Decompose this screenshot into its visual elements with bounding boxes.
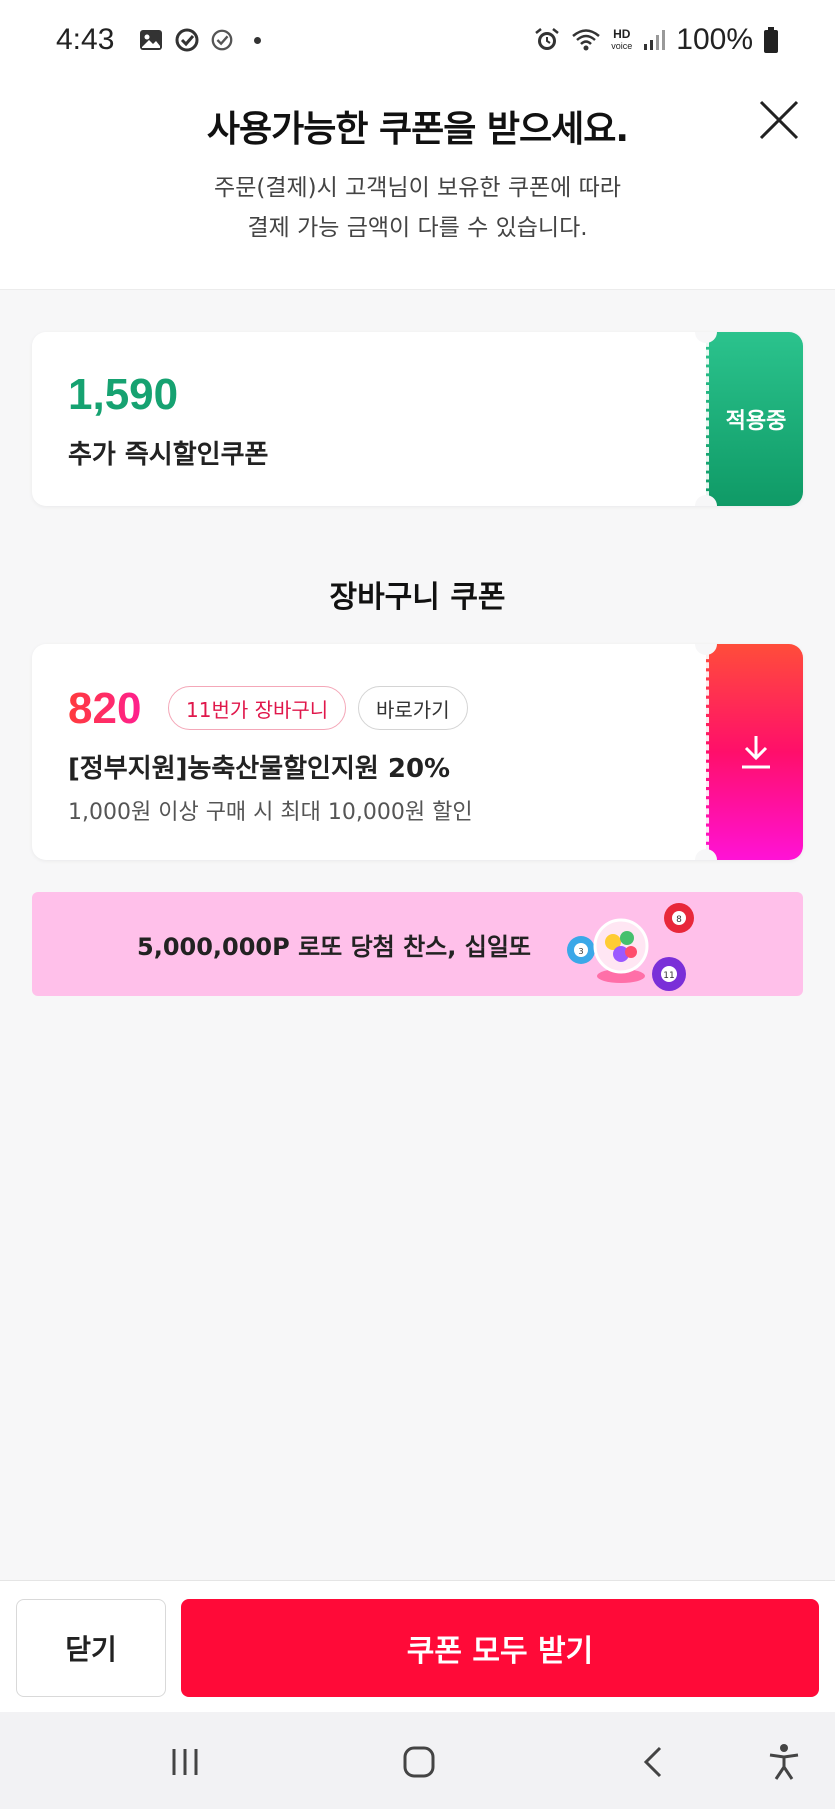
bottom-action-bar: 닫기 쿠폰 모두 받기 <box>0 1580 835 1712</box>
back-button[interactable] <box>631 1740 675 1784</box>
subtitle-line: 주문(결제)시 고객님이 보유한 쿠폰에 따라 <box>214 175 621 201</box>
coupon-status-label: 적용중 <box>725 409 787 434</box>
back-icon <box>643 1746 662 1778</box>
accessibility-button[interactable] <box>762 1740 806 1784</box>
download-icon <box>742 736 770 769</box>
applied-coupon-card: 1,590 추가 즉시할인쿠폰 적용중 <box>32 332 803 506</box>
coupon-status-badge: 적용중 <box>706 332 803 506</box>
page-title: 사용가능한 쿠폰을 받으세요. <box>206 109 629 150</box>
status-time: 4:43 <box>56 23 115 56</box>
go-to-link-button[interactable]: 바로가기 <box>358 686 468 730</box>
coupon-name: 추가 즉시할인쿠폰 <box>68 440 269 470</box>
lottery-machine-icon: 3 8 11 <box>567 903 694 991</box>
system-nav-bar <box>0 1712 835 1809</box>
receive-all-coupons-button[interactable]: 쿠폰 모두 받기 <box>181 1599 819 1697</box>
lotto-ball-number: 11 <box>663 971 674 981</box>
recent-apps-icon <box>172 1749 198 1775</box>
subtitle-line: 결제 가능 금액이 다를 수 있습니다. <box>247 215 588 241</box>
coupon-name: [정부지원]농축산물할인지원 20% <box>68 754 451 784</box>
dot-icon <box>254 36 262 44</box>
home-icon <box>403 1746 435 1778</box>
gallery-icon <box>138 27 164 53</box>
accessibility-icon <box>769 1744 799 1780</box>
check-circle-icon <box>210 28 234 52</box>
section-title: 장바구니 쿠폰 <box>329 580 506 615</box>
coupon-amount: 1,590 <box>68 370 179 419</box>
alarm-icon <box>533 26 561 54</box>
status-bar: 4:43 HD voice 100% <box>0 0 835 80</box>
lotto-promo-banner[interactable]: 5,000,000P 로또 당첨 찬스, 십일또 3 8 11 <box>32 892 803 996</box>
close-button[interactable] <box>753 94 805 146</box>
cart-coupon-card: 820 11번가 장바구니 바로가기 [정부지원]농축산물할인지원 20% 1,… <box>32 644 803 860</box>
coupon-tag: 11번가 장바구니 <box>168 686 347 730</box>
hd-voice-icon: HD voice <box>611 26 633 51</box>
signal-icon <box>642 28 666 52</box>
recent-apps-button[interactable] <box>163 1740 207 1784</box>
lotto-ball-number: 3 <box>578 947 583 956</box>
close-icon <box>759 100 799 140</box>
banner-text: 5,000,000P 로또 당첨 찬스, 십일또 <box>137 932 531 961</box>
coupon-description: 1,000원 이상 구매 시 최대 10,000원 할인 <box>68 800 473 825</box>
battery-percent: 100% <box>676 23 753 56</box>
lotto-ball-number: 8 <box>676 915 682 925</box>
home-button[interactable] <box>397 1740 441 1784</box>
download-coupon-button[interactable] <box>706 644 803 860</box>
check-circle-icon <box>174 27 200 53</box>
coupon-amount: 820 <box>68 684 142 733</box>
wifi-icon <box>571 27 601 53</box>
coupon-sheet-header: 사용가능한 쿠폰을 받으세요. 주문(결제)시 고객님이 보유한 쿠폰에 따라 … <box>0 80 835 290</box>
battery-icon <box>763 26 779 54</box>
close-sheet-button[interactable]: 닫기 <box>16 1599 166 1697</box>
page-subtitle: 주문(결제)시 고객님이 보유한 쿠폰에 따라 결제 가능 금액이 다를 수 있… <box>0 168 835 248</box>
